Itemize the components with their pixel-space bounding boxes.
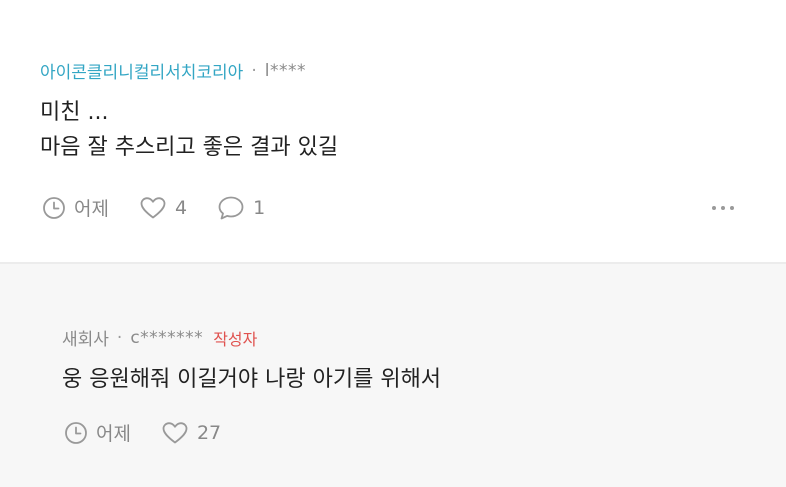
timestamp-text: 어제 <box>96 423 131 445</box>
comment-actions: 어제 4 1 <box>42 194 295 221</box>
comment-meta: 아이콘클리니컬리서치코리아 · l**** <box>40 58 306 84</box>
reply-actions: 어제 27 <box>64 419 251 446</box>
clock-icon <box>65 421 87 444</box>
comment-body: 미친 ... 마음 잘 추스리고 좋은 결과 있길 <box>40 95 338 165</box>
meta-separator: · <box>116 327 123 348</box>
author-badge: 작성자 <box>213 329 258 349</box>
comment-item: 아이콘클리니컬리서치코리아 · l**** 미친 ... 마음 잘 추스리고 좋… <box>0 0 786 262</box>
masked-user-id: l**** <box>264 60 306 81</box>
heart-icon <box>162 421 188 443</box>
reply-meta: 새회사 · c******* 작성자 <box>62 325 258 351</box>
reply-line: 웅 응원해줘 이길거야 나랑 아기를 위해서 <box>62 367 442 392</box>
comment-line: 마음 잘 추스리고 좋은 결과 있길 <box>40 135 339 160</box>
reply-count: 1 <box>253 196 266 219</box>
like-count: 4 <box>174 196 188 219</box>
reply-button[interactable]: 1 <box>217 195 265 221</box>
reply-author[interactable]: 새회사 <box>62 325 109 350</box>
heart-icon <box>140 196 166 218</box>
more-dots-icon[interactable] <box>712 206 734 210</box>
meta-separator: · <box>251 60 257 81</box>
speech-bubble-icon <box>218 196 244 219</box>
comment-author[interactable]: 아이콘클리니컬리서치코리아 <box>40 58 243 83</box>
timestamp: 어제 <box>42 194 109 221</box>
reply-body: 웅 응원해줘 이길거야 나랑 아기를 위해서 <box>62 362 441 397</box>
comment-line: 미친 ... <box>40 100 109 125</box>
clock-icon <box>43 196 65 219</box>
timestamp-text: 어제 <box>74 198 109 220</box>
timestamp: 어제 <box>64 419 131 446</box>
like-button[interactable]: 4 <box>139 196 187 220</box>
masked-user-id: c******* <box>130 327 204 348</box>
like-count: 27 <box>196 421 222 444</box>
like-button[interactable]: 27 <box>161 421 221 445</box>
